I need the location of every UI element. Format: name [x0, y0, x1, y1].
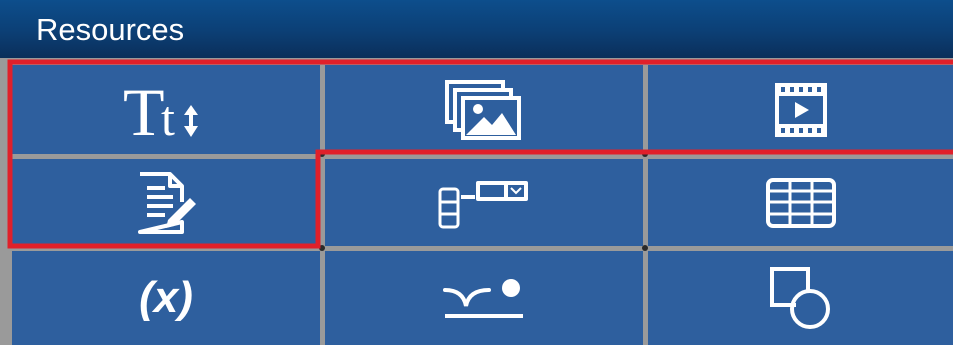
- video-icon: [774, 82, 827, 137]
- svg-text:t: t: [161, 90, 175, 141]
- grid-joint: [319, 151, 325, 157]
- grid-joint: [642, 245, 648, 251]
- grid-joint: [642, 151, 648, 157]
- path-tool-tile[interactable]: [325, 251, 643, 345]
- variable-tool-tile[interactable]: (x): [12, 251, 320, 345]
- variable-icon: (x): [139, 273, 193, 322]
- table-icon: [765, 177, 836, 228]
- shapes-icon: [769, 267, 830, 329]
- table-tool-tile[interactable]: [648, 159, 953, 246]
- panel-title: Resources: [36, 12, 185, 47]
- image-tool-tile[interactable]: [325, 65, 643, 154]
- video-tool-tile[interactable]: [648, 65, 953, 154]
- form-control-icon: [438, 180, 528, 228]
- form-tool-tile[interactable]: [325, 159, 643, 246]
- panel-header: Resources: [0, 0, 953, 58]
- resource-grid: T t (x): [0, 58, 953, 345]
- grid-joint: [319, 245, 325, 251]
- svg-text:T: T: [123, 79, 165, 141]
- document-edit-icon: [138, 171, 196, 234]
- shapes-tool-tile[interactable]: [648, 251, 953, 345]
- image-gallery-icon: [445, 79, 521, 140]
- document-tool-tile[interactable]: [12, 159, 320, 246]
- path-point-icon: [443, 279, 523, 318]
- text-size-icon: T t: [123, 79, 198, 141]
- text-tool-tile[interactable]: T t: [12, 65, 320, 154]
